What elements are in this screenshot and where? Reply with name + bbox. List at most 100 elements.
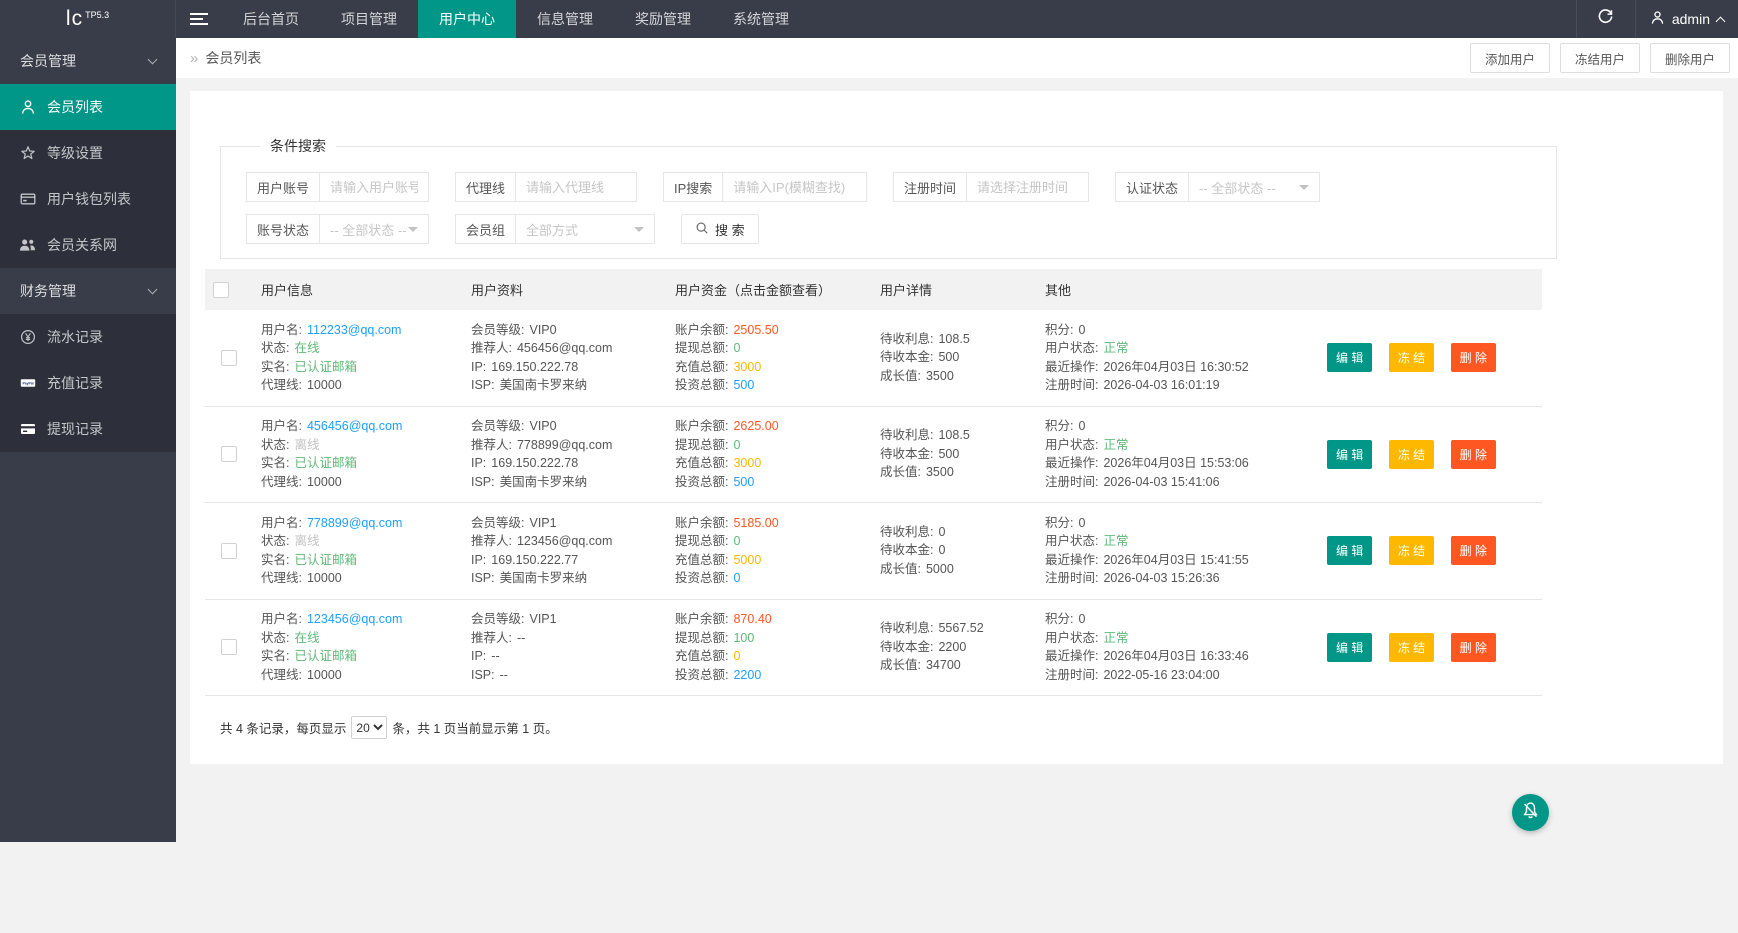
regtime-input[interactable] [967, 173, 1088, 201]
points-value: 0 [1078, 419, 1085, 433]
user-info-cell: 用户名:778899@qq.com 状态:离线 实名:已认证邮箱 代理线:100… [253, 503, 463, 600]
regtime-label: 注册时间 [894, 173, 967, 201]
pagination-suffix: 条，共 1 页当前显示第 1 页。 [392, 718, 557, 737]
sidebar-item[interactable]: 等级设置 [0, 130, 176, 176]
level-value: VIP0 [529, 419, 556, 433]
search-button[interactable]: 搜 索 [681, 214, 759, 244]
invest-total-value[interactable]: 500 [733, 475, 754, 489]
sidebar-item[interactable]: PayPal 充值记录 [0, 360, 176, 406]
yen-icon [19, 329, 36, 345]
member-group-value: 全部方式 [526, 220, 578, 239]
balance-value[interactable]: 870.40 [733, 612, 771, 626]
edit-button[interactable]: 编 辑 [1327, 343, 1372, 372]
member-group-select[interactable]: 全部方式 [516, 215, 654, 243]
sidebar-group-member-mgmt[interactable]: 会员管理 [0, 38, 176, 84]
delete-user-button[interactable]: 删除用户 [1650, 43, 1730, 73]
search-field-regtime: 注册时间 [893, 172, 1089, 202]
auth-status-select[interactable]: -- 全部状态 -- [1189, 173, 1319, 201]
col-header-user-info: 用户信息 [253, 269, 463, 310]
sidebar-item-label: 等级设置 [47, 143, 103, 163]
col-header-user-funds: 用户资金（点击金额查看） [667, 269, 872, 310]
recharge-total-value[interactable]: 5000 [733, 553, 761, 567]
invest-total-value[interactable]: 0 [733, 571, 740, 585]
edit-button[interactable]: 编 辑 [1327, 440, 1372, 469]
delete-button[interactable]: 删 除 [1451, 633, 1496, 662]
table-header-row: 用户信息 用户资料 用户资金（点击金额查看） 用户详情 其他 [205, 269, 1542, 310]
search-panel: 条件搜索 用户账号 代理线 IP搜索 注册时间 [220, 136, 1557, 259]
freeze-button[interactable]: 冻 结 [1389, 343, 1434, 372]
sidebar-item[interactable]: 会员关系网 [0, 222, 176, 268]
withdraw-total-value[interactable]: 0 [733, 438, 740, 452]
page-size-select[interactable]: 20 [351, 716, 387, 739]
invest-total-value[interactable]: 2200 [733, 668, 761, 682]
nav-item[interactable]: 用户中心 [418, 0, 516, 38]
select-arrow-icon [634, 227, 644, 237]
admin-menu[interactable]: admin [1636, 0, 1738, 38]
username-link[interactable]: 778899@qq.com [307, 516, 402, 530]
recharge-total-value[interactable]: 3000 [733, 456, 761, 470]
row-checkbox[interactable] [221, 543, 237, 559]
row-checkbox[interactable] [221, 446, 237, 462]
star-icon [19, 145, 36, 161]
refresh-button[interactable] [1577, 0, 1635, 38]
freeze-button[interactable]: 冻 结 [1389, 536, 1434, 565]
account-status-select[interactable]: -- 全部状态 -- [320, 215, 428, 243]
nav-item[interactable]: 信息管理 [516, 0, 614, 38]
nav-item[interactable]: 项目管理 [320, 0, 418, 38]
freeze-button[interactable]: 冻 结 [1389, 440, 1434, 469]
nav-item[interactable]: 系统管理 [712, 0, 810, 38]
mute-notification-button[interactable] [1512, 794, 1549, 831]
row-checkbox[interactable] [221, 639, 237, 655]
menu-collapse-icon[interactable] [176, 0, 222, 38]
recharge-total-value[interactable]: 3000 [733, 360, 761, 374]
ip-value: 169.150.222.78 [491, 456, 578, 470]
username-link[interactable]: 112233@qq.com [307, 323, 401, 337]
balance-value[interactable]: 2625.00 [733, 419, 778, 433]
delete-button[interactable]: 删 除 [1451, 440, 1496, 469]
agent-input[interactable] [516, 173, 636, 201]
level-value: VIP1 [529, 612, 556, 626]
logo-version: TP5.3 [85, 10, 109, 20]
freeze-user-button[interactable]: 冻结用户 [1560, 43, 1640, 73]
ip-input[interactable] [723, 173, 866, 201]
edit-button[interactable]: 编 辑 [1327, 536, 1372, 565]
withdraw-total-value[interactable]: 100 [733, 631, 754, 645]
add-user-button[interactable]: 添加用户 [1470, 43, 1550, 73]
select-all-checkbox[interactable] [213, 282, 229, 298]
withdraw-total-value[interactable]: 0 [733, 534, 740, 548]
search-field-account: 用户账号 [246, 172, 429, 202]
username-link[interactable]: 123456@qq.com [307, 612, 402, 626]
nav-item[interactable]: 后台首页 [222, 0, 320, 38]
sidebar-item-label: 充值记录 [47, 373, 103, 393]
freeze-button[interactable]: 冻 结 [1389, 633, 1434, 662]
balance-value[interactable]: 2505.50 [733, 323, 778, 337]
toolbar: 添加用户 冻结用户 删除用户 [1460, 43, 1730, 73]
edit-button[interactable]: 编 辑 [1327, 633, 1372, 662]
delete-button[interactable]: 删 除 [1451, 343, 1496, 372]
invest-total-value[interactable]: 500 [733, 378, 754, 392]
balance-value[interactable]: 5185.00 [733, 516, 778, 530]
pending-interest-value: 0 [938, 525, 945, 539]
row-checkbox[interactable] [221, 350, 237, 366]
sidebar-item[interactable]: 会员列表 [0, 84, 176, 130]
recharge-total-value[interactable]: 0 [733, 649, 740, 663]
delete-button[interactable]: 删 除 [1451, 536, 1496, 565]
user-state-value: 正常 [1103, 438, 1128, 452]
username-link[interactable]: 456456@qq.com [307, 419, 402, 433]
sidebar-item[interactable]: 提现记录 [0, 406, 176, 452]
breadcrumb: 会员列表 [205, 48, 261, 68]
ip-value: -- [491, 649, 499, 663]
sidebar-item[interactable]: 用户钱包列表 [0, 176, 176, 222]
withdraw-total-value[interactable]: 0 [733, 341, 740, 355]
pagination-prefix: 共 4 条记录，每页显示 [220, 718, 346, 737]
bell-muted-icon [1521, 801, 1540, 825]
actions-cell: 编 辑 冻 结 删 除 [1317, 406, 1542, 503]
nav-item[interactable]: 奖励管理 [614, 0, 712, 38]
isp-value: 美国南卡罗来纳 [500, 378, 588, 392]
search-panel-title: 条件搜索 [260, 136, 336, 156]
sidebar-item[interactable]: 流水记录 [0, 314, 176, 360]
user-funds-cell: 账户余额:2505.50 提现总额:0 充值总额:3000 投资总额:500 [667, 310, 872, 406]
auth-status-label: 认证状态 [1116, 173, 1189, 201]
sidebar-group-finance-mgmt[interactable]: 财务管理 [0, 268, 176, 314]
account-input[interactable] [320, 173, 428, 201]
